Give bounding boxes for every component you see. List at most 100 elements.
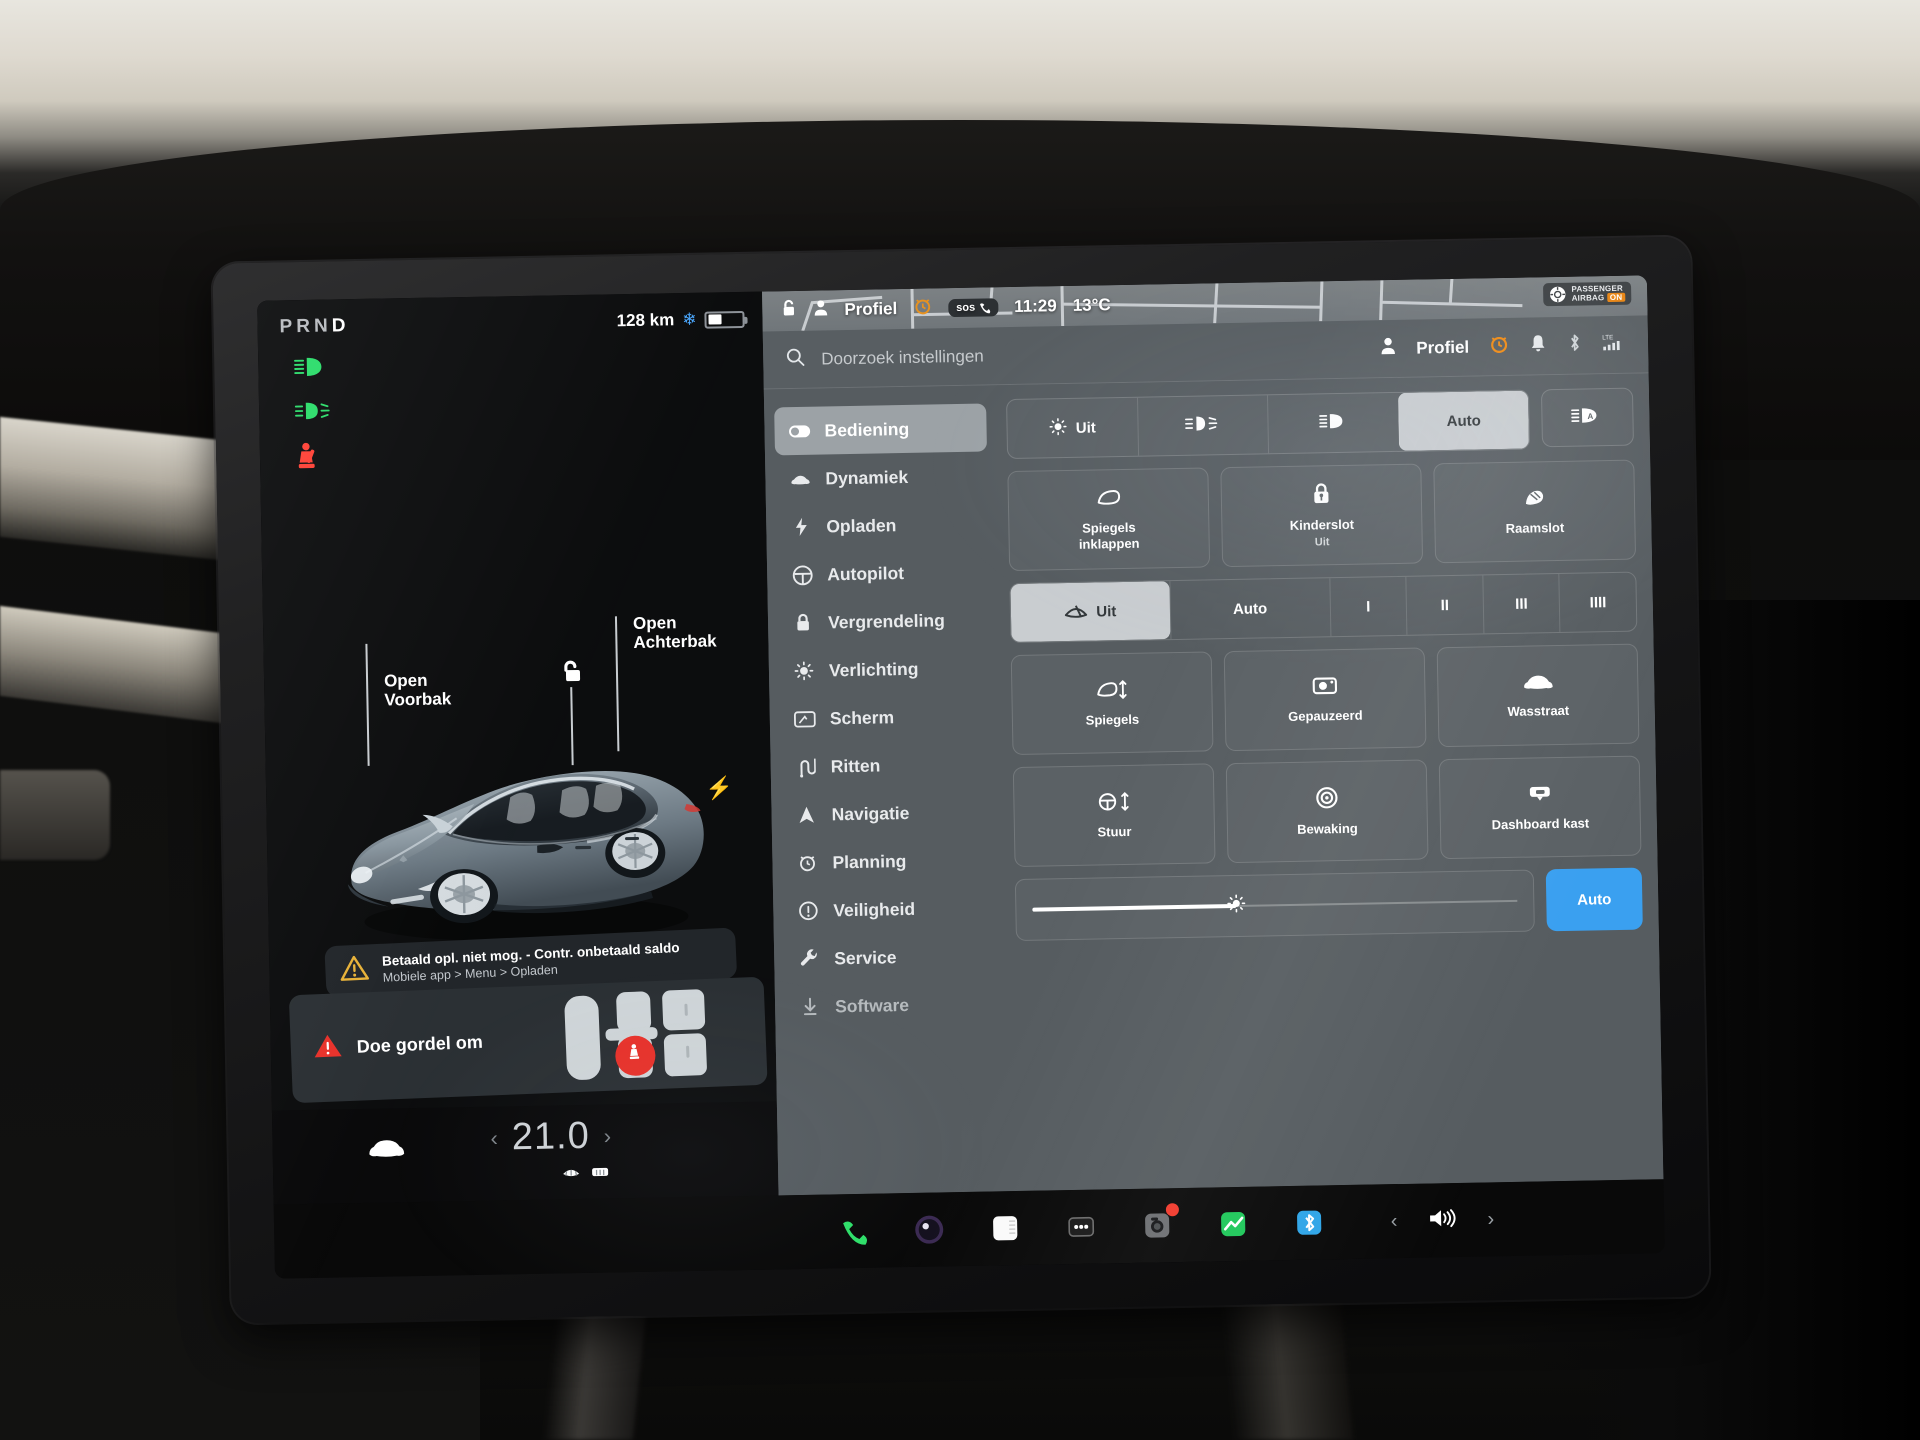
car-front-icon[interactable] — [364, 1134, 409, 1166]
stocks-app-icon[interactable] — [1214, 1205, 1253, 1244]
glovebox-icon — [1527, 783, 1552, 809]
profile-button-label[interactable]: Profiel — [1416, 337, 1469, 358]
settings-panel[interactable]: Profiel sos 11:29 13°C PASSENGER AIRBAG … — [762, 275, 1664, 1196]
auto-high-beam-button[interactable]: A — [1540, 387, 1634, 448]
sidebar-item-navigatie[interactable]: Navigatie — [781, 787, 994, 839]
wipers-speed-1-option[interactable]: I — [1328, 576, 1407, 637]
wipers-auto-label: Auto — [1232, 599, 1268, 618]
brightness-icon[interactable] — [1226, 893, 1246, 918]
sidebar-item-verlichting[interactable]: Verlichting — [779, 643, 992, 695]
range-battery-group[interactable]: 128 km ❄ — [616, 309, 745, 331]
alarm-clock-icon[interactable] — [913, 296, 932, 320]
notes-app-icon[interactable] — [986, 1209, 1025, 1248]
steering-adjust-tile[interactable]: Stuur — [1012, 763, 1216, 868]
phone-app-icon[interactable] — [834, 1212, 873, 1251]
sidebar-item-opladen[interactable]: Opladen — [776, 499, 989, 551]
speaker-icon[interactable] — [1427, 1205, 1458, 1235]
lock-icon[interactable] — [780, 299, 797, 323]
vehicle-illustration[interactable] — [323, 725, 727, 952]
volume-decrease-button[interactable]: ‹ — [1391, 1210, 1398, 1233]
sidebar-item-autopilot[interactable]: Autopilot — [777, 547, 990, 599]
dock-apps[interactable] — [834, 1203, 1329, 1250]
route-icon — [795, 756, 817, 777]
brightness-auto-label: Auto — [1577, 890, 1612, 909]
tiles-row-2[interactable]: Spiegels Gepauzeerd Wasstraat — [1010, 643, 1640, 756]
headlight-mode-segmented[interactable]: Uit Auto — [1006, 389, 1531, 460]
parking-lights-option[interactable] — [1136, 395, 1269, 456]
volume-control[interactable]: ‹ › — [1391, 1205, 1495, 1236]
brightness-auto-button[interactable]: Auto — [1545, 867, 1643, 932]
sidebar-item-dynamiek[interactable]: Dynamiek — [775, 451, 988, 503]
glovebox-tile[interactable]: Dashboard kast — [1438, 755, 1642, 860]
sidebar-item-ritten[interactable]: Ritten — [780, 739, 993, 791]
settings-sidebar[interactable]: Bediening Dynamiek Opladen Autopilot Ver… — [764, 385, 1011, 1195]
sidebar-item-scherm[interactable]: Scherm — [779, 691, 992, 743]
vehicle-graphic-stage[interactable]: Open Voorbak Open Achterbak ⚡ Betaald op… — [260, 460, 777, 1111]
search-input[interactable]: Doorzoek instellingen — [821, 339, 1364, 369]
rear-trunk-label-line2: Achterbak — [633, 631, 717, 653]
bluetooth-icon[interactable] — [1567, 333, 1582, 358]
tiles-row-1[interactable]: Spiegels inklappen Kinderslot Uit Raamsl… — [1007, 459, 1637, 572]
lights-off-option[interactable]: Uit — [1007, 398, 1138, 458]
wipers-speed-3-option[interactable]: III — [1482, 574, 1560, 634]
front-trunk-label-line1: Open — [383, 670, 428, 691]
more-apps-icon[interactable] — [1062, 1208, 1101, 1247]
mirrors-adjust-tile[interactable]: Spiegels — [1010, 651, 1214, 756]
sidebar-item-service[interactable]: Service — [784, 931, 997, 983]
screen-surface[interactable]: PRND 128 km ❄ Open Voorbak Open Achterba… — [257, 275, 1665, 1279]
fold-mirrors-tile[interactable]: Spiegels inklappen — [1007, 467, 1211, 572]
search-icon[interactable] — [785, 347, 805, 372]
alarm-clock-icon[interactable] — [1489, 334, 1509, 359]
car-wash-tile[interactable]: Wasstraat — [1436, 643, 1640, 748]
lights-row[interactable]: Uit Auto A — [1006, 387, 1634, 460]
brightness-track[interactable] — [1032, 894, 1518, 913]
temp-increase-button[interactable]: › — [604, 1123, 612, 1149]
sentry-mode-icon — [1315, 786, 1339, 814]
airbag-line2: AIRBAG — [1571, 292, 1605, 303]
headlight-off-icon — [1049, 416, 1068, 439]
open-front-trunk-callout[interactable]: Open Voorbak — [365, 643, 451, 766]
window-lock-tile[interactable]: Raamslot — [1433, 459, 1637, 564]
brightness-row[interactable]: Auto — [1014, 867, 1643, 942]
seatbelt-alert-card[interactable]: Doe gordel om — [288, 976, 768, 1104]
defrost-buttons[interactable] — [561, 1162, 610, 1179]
seatbelt-alert-label: Doe gordel om — [356, 1031, 484, 1057]
brightness-slider[interactable] — [1014, 869, 1535, 942]
status-icons-group[interactable]: Profiel LTE — [1380, 332, 1626, 362]
bluetooth-app-icon[interactable] — [1290, 1203, 1329, 1242]
sidebar-item-veiligheid[interactable]: Veiligheid — [783, 883, 996, 935]
center-touchscreen[interactable]: PRND 128 km ❄ Open Voorbak Open Achterba… — [212, 236, 1710, 1324]
settings-content[interactable]: Bediening Dynamiek Opladen Autopilot Ver… — [763, 373, 1664, 1196]
low-beam-option[interactable] — [1267, 392, 1399, 454]
wipers-speed-4-option[interactable]: IIII — [1558, 572, 1637, 633]
unlock-doors-button[interactable] — [558, 659, 585, 766]
temperature-control[interactable]: ‹ 21.0 › — [490, 1114, 611, 1159]
sidebar-item-software[interactable]: Software — [785, 979, 998, 1031]
temp-decrease-button[interactable]: ‹ — [490, 1125, 498, 1151]
lights-auto-option[interactable]: Auto — [1397, 390, 1530, 451]
wiper-speed-segmented[interactable]: Uit Auto I II III IIII — [1009, 571, 1638, 644]
steering-adjust-label: Stuur — [1097, 823, 1132, 840]
controls-grid[interactable]: Uit Auto A Spiegels inklappen Kinderslot… — [996, 373, 1664, 1191]
sidebar-item-planning[interactable]: Planning — [782, 835, 995, 887]
open-rear-trunk-callout[interactable]: Open Achterbak — [614, 612, 717, 752]
passenger-airbag-indicator: PASSENGER AIRBAG ON — [1543, 281, 1632, 307]
volume-increase-button[interactable]: › — [1487, 1208, 1494, 1231]
wipers-auto-option[interactable]: Auto — [1169, 578, 1330, 640]
wipers-speed-2-option[interactable]: II — [1405, 575, 1484, 635]
bell-icon[interactable] — [1529, 333, 1547, 358]
tiles-row-3[interactable]: Stuur Bewaking Dashboard kast — [1012, 755, 1642, 868]
sos-button[interactable]: sos — [948, 298, 999, 318]
climate-bar[interactable]: ‹ 21.0 › — [271, 1101, 779, 1205]
sidebar-item-bediening[interactable]: Bediening — [774, 403, 987, 456]
map-profile-label[interactable]: Profiel — [844, 299, 897, 320]
sidebar-label: Autopilot — [827, 562, 905, 584]
child-lock-tile[interactable]: Kinderslot Uit — [1220, 463, 1424, 568]
dashcam-paused-tile[interactable]: Gepauzeerd — [1223, 647, 1427, 752]
dashcam-app-icon[interactable] — [1138, 1203, 1180, 1245]
camera-lens-icon[interactable] — [910, 1210, 949, 1249]
car-side-icon — [789, 472, 811, 485]
sentry-mode-tile[interactable]: Bewaking — [1225, 759, 1429, 864]
wipers-off-option[interactable]: Uit — [1010, 581, 1171, 643]
sidebar-item-vergrendeling[interactable]: Vergrendeling — [778, 595, 991, 647]
